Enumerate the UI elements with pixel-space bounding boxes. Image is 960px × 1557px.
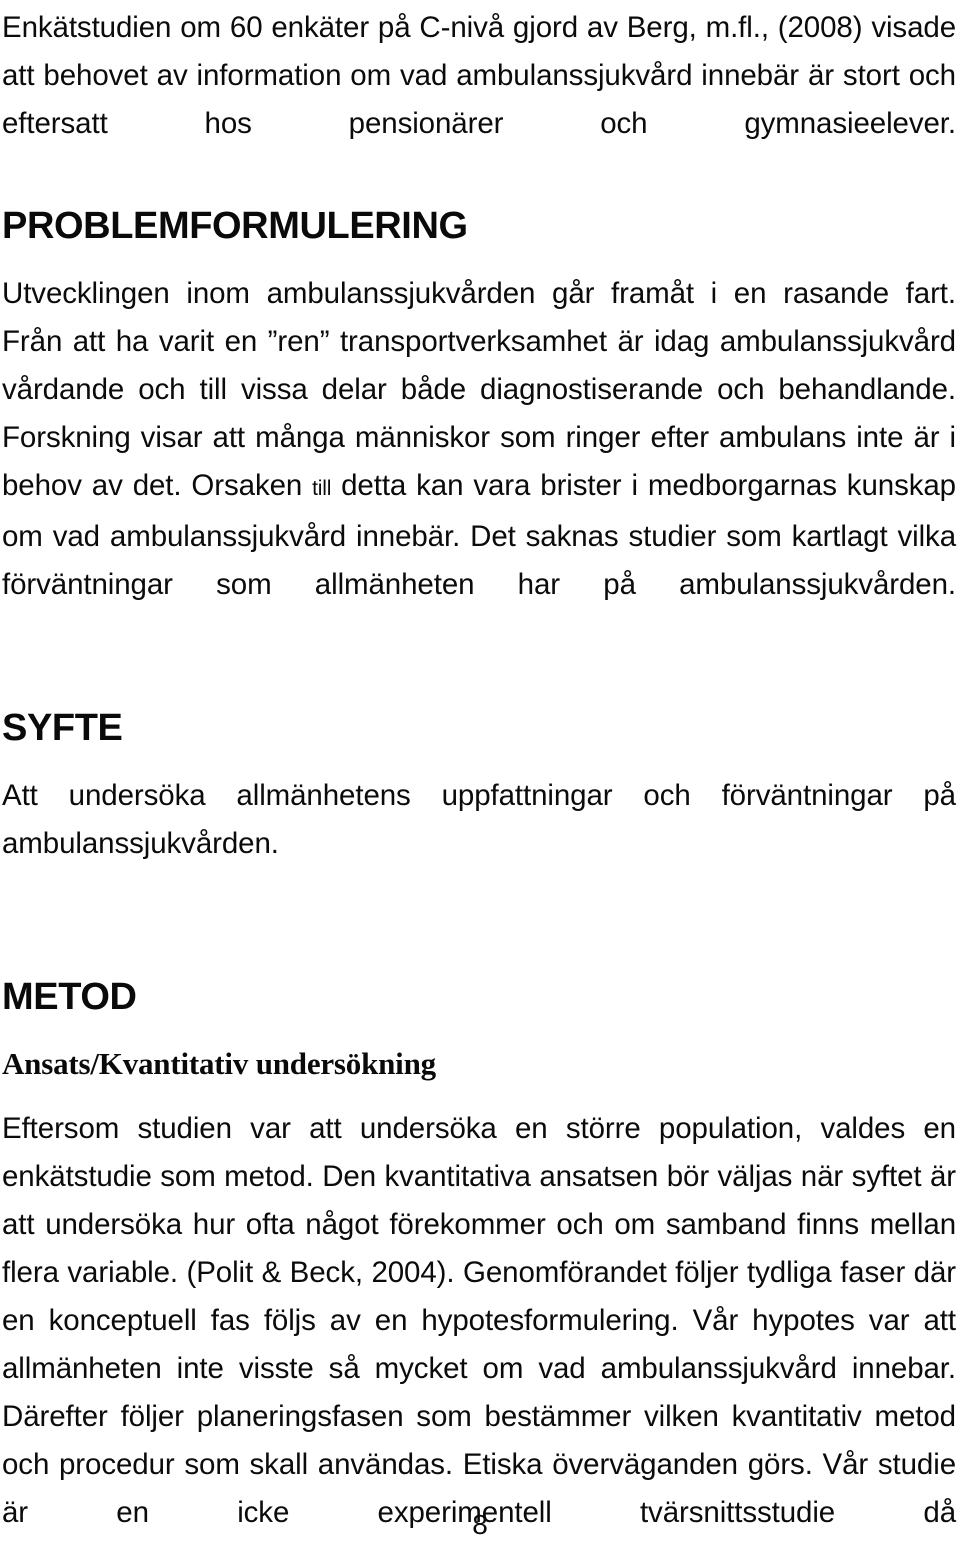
subheading-spacer (2, 1083, 956, 1105)
heading-spacer (2, 1019, 956, 1045)
problemformulering-paragraph: Utvecklingen inom ambulanssjukvården går… (2, 270, 956, 657)
intro-section: Enkätstudien om 60 enkäter på C-nivå gjo… (2, 4, 956, 196)
metod-heading: METOD (2, 976, 137, 1018)
intro-paragraph: Enkätstudien om 60 enkäter på C-nivå gjo… (2, 11, 956, 140)
problemformulering-section: PROBLEMFORMULERING Utvecklingen inom amb… (2, 204, 956, 657)
heading-spacer (2, 248, 956, 270)
metod-paragraph: Eftersom studien var att undersöka en st… (2, 1112, 956, 1529)
syfte-heading: SYFTE (2, 707, 123, 749)
document-page: Enkätstudien om 60 enkäter på C-nivå gjo… (0, 0, 960, 1557)
syfte-paragraph: Att undersöka allmänhetens uppfattningar… (2, 779, 956, 860)
syfte-section: SYFTE Att undersöka allmänhetens uppfatt… (2, 706, 956, 916)
problemformulering-small-word-till: till (312, 477, 332, 500)
problemformulering-heading: PROBLEMFORMULERING (2, 205, 468, 247)
heading-spacer (2, 750, 956, 772)
page-number: 8 (472, 1509, 488, 1540)
metod-section: METOD Ansats/Kvantitativ undersökning Ef… (2, 975, 956, 1557)
metod-subheading-ansats: Ansats/Kvantitativ undersökning (2, 1046, 436, 1081)
